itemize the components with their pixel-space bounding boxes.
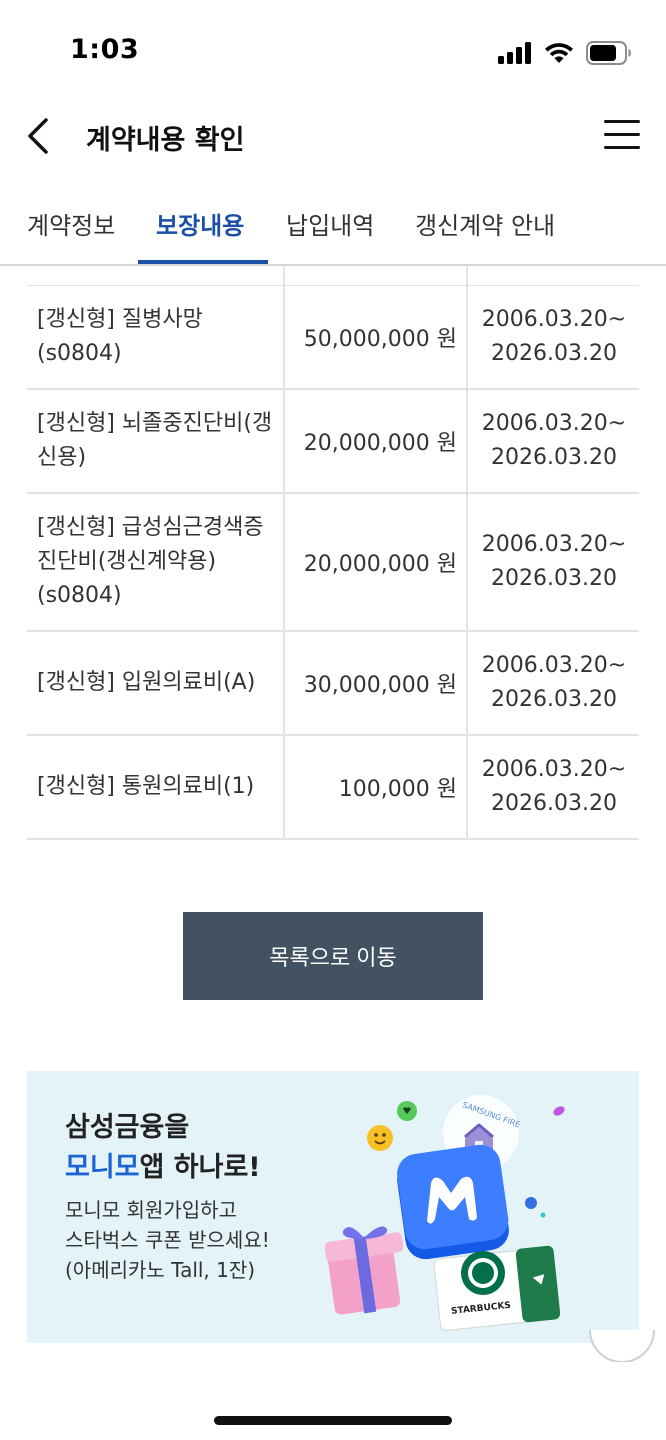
active-tab-indicator [138, 260, 268, 264]
status-time: 1:03 [70, 34, 140, 65]
period-start: 2006.03.20~ [481, 307, 627, 332]
smiley-icon [367, 1125, 393, 1151]
battery-icon [586, 41, 631, 65]
banner-description: 모니모 회원가입하고 스타벅스 쿠폰 받으세요! (아메리카노 Tall, 1잔… [65, 1195, 270, 1285]
coverage-period: 2006.03.20~ 2026.03.20 [469, 528, 639, 596]
period-start: 2006.03.20~ [481, 653, 627, 678]
table-row: [갱신형] 통원의료비(1) 100,000 원 2006.03.20~ 202… [27, 736, 639, 840]
coverage-amount: 100,000 원 [338, 777, 457, 802]
tab-renewal-guide[interactable]: 갱신계약 안내 [415, 206, 555, 241]
tab-coverage[interactable]: 보장내용 [156, 206, 244, 241]
period-end: 2026.03.20 [491, 445, 617, 470]
banner-desc-line: 모니모 회원가입하고 [65, 1198, 237, 1222]
coverage-amount: 20,000,000 원 [303, 431, 457, 456]
wifi-icon [545, 43, 573, 63]
tab-payment-history[interactable]: 납입내역 [286, 206, 374, 241]
coverage-name: [갱신형] 통원의료비(1) [37, 774, 255, 799]
promo-banner[interactable]: 삼성금융을 모니모앱 하나로! 모니모 회원가입하고 스타벅스 쿠폰 받으세요!… [27, 1071, 639, 1343]
coverage-amount: 30,000,000 원 [303, 673, 457, 698]
coverage-table: [갱신형] 질병사망(s0804) 50,000,000 원 2006.03.2… [27, 266, 639, 840]
period-end: 2026.03.20 [491, 687, 617, 712]
starbucks-coupon-icon: STARBUCKS [433, 1245, 561, 1331]
back-button[interactable] [20, 114, 60, 158]
banner-desc-line: 스타벅스 쿠폰 받으세요! [65, 1228, 270, 1252]
coverage-name: [갱신형] 뇌졸중진단비(갱신용) [37, 411, 273, 470]
period-end: 2026.03.20 [491, 341, 617, 366]
status-bar: 1:03 [0, 0, 666, 100]
tab-contract-info[interactable]: 계약정보 [27, 206, 115, 241]
table-row-partial [27, 266, 639, 286]
hamburger-icon [604, 120, 640, 123]
monimo-app-icon [397, 1144, 509, 1260]
banner-title: 삼성금융을 [65, 1112, 190, 1143]
period-start: 2006.03.20~ [481, 757, 627, 782]
period-start: 2006.03.20~ [481, 411, 627, 436]
coverage-period: 2006.03.20~ 2026.03.20 [469, 649, 639, 717]
home-indicator[interactable] [214, 1416, 452, 1425]
banner-title-rest: 앱 하나로! [139, 1152, 261, 1183]
period-end: 2026.03.20 [491, 791, 617, 816]
period-end: 2026.03.20 [491, 566, 617, 591]
coverage-name: [갱신형] 입원의료비(A) [37, 670, 256, 695]
coverage-period: 2006.03.20~ 2026.03.20 [469, 753, 639, 821]
coverage-name: [갱신형] 급성심근경색증진단비(갱신계약용)(s0804) [37, 515, 264, 608]
back-to-list-button[interactable]: 목록으로 이동 [183, 912, 483, 1000]
app-header: 계약내용 확인 [0, 100, 666, 180]
tab-bar: 계약정보 보장내용 납입내역 갱신계약 안내 [0, 188, 666, 266]
gift-box-icon [324, 1226, 404, 1315]
menu-button[interactable] [604, 120, 640, 152]
coverage-period: 2006.03.20~ 2026.03.20 [469, 303, 639, 371]
banner-accent-text: 모니모 [65, 1152, 140, 1183]
banner-subtitle: 모니모앱 하나로! [65, 1145, 261, 1184]
table-row: [갱신형] 뇌졸중진단비(갱신용) 20,000,000 원 2006.03.2… [27, 390, 639, 494]
banner-illustration: SAMSUNG FIRE STARBUCKS [324, 1095, 565, 1331]
chevron-left-icon [28, 118, 48, 154]
coverage-period: 2006.03.20~ 2026.03.20 [469, 407, 639, 475]
banner-desc-line: (아메리카노 Tall, 1잔) [65, 1258, 256, 1282]
status-icons [498, 38, 632, 68]
table-row: [갱신형] 급성심근경색증진단비(갱신계약용)(s0804) 20,000,00… [27, 494, 639, 632]
coverage-name: [갱신형] 질병사망(s0804) [37, 307, 203, 366]
coverage-amount: 20,000,000 원 [303, 552, 457, 577]
signal-icon [498, 42, 531, 64]
coverage-amount: 50,000,000 원 [303, 327, 457, 352]
period-start: 2006.03.20~ [481, 532, 627, 557]
table-row: [갱신형] 입원의료비(A) 30,000,000 원 2006.03.20~ … [27, 632, 639, 736]
table-row: [갱신형] 질병사망(s0804) 50,000,000 원 2006.03.2… [27, 286, 639, 390]
page-title: 계약내용 확인 [86, 125, 245, 156]
scroll-top-button[interactable] [588, 1322, 656, 1362]
